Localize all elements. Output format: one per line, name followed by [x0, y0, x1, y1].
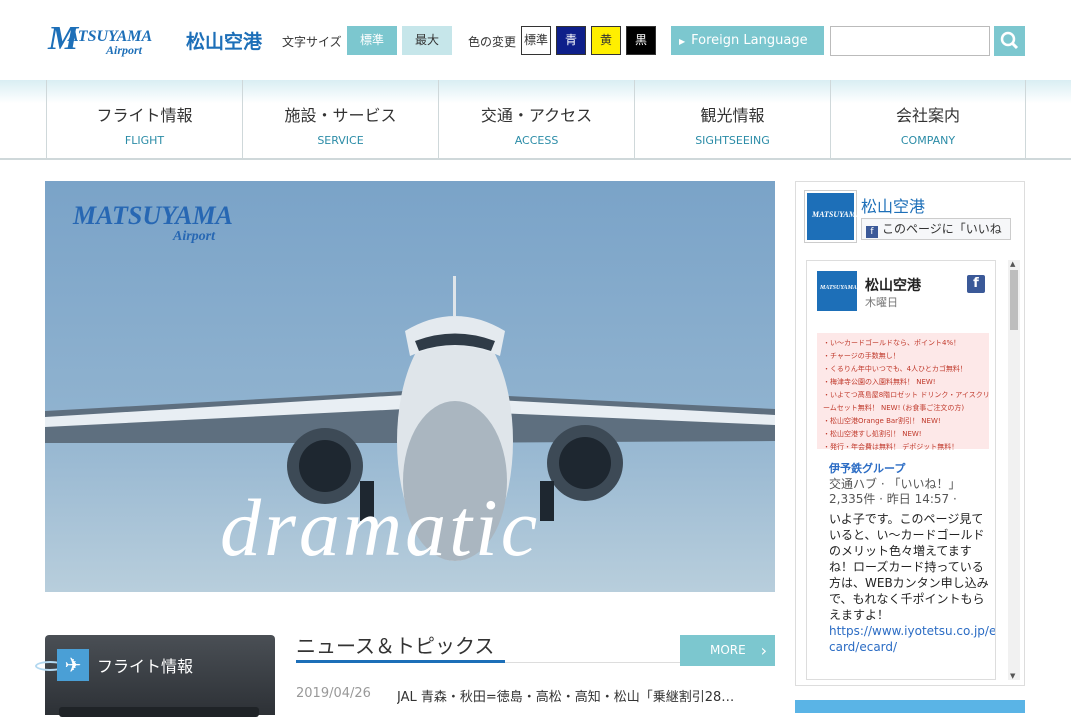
search-button[interactable]: [994, 26, 1025, 56]
post-link[interactable]: https://www.iyotetsu.co.jp/e-card/ecard/: [829, 624, 995, 654]
page-avatar[interactable]: MATSUYAMA: [804, 190, 861, 243]
flight-panel-inner: [59, 707, 259, 717]
ad-line: ・松山空港すし処割引！ NEW!: [823, 430, 922, 438]
post-text: いよ子です。このページ見ていると、い〜カードゴールドのメリット色々増えてますね！…: [829, 512, 989, 622]
post-avatar[interactable]: MATSUYAMA: [817, 271, 857, 311]
color-change-label: 色の変更: [468, 35, 517, 49]
scroll-down-icon[interactable]: ▼: [1010, 672, 1015, 680]
flight-panel-title: フライト情報: [97, 657, 194, 676]
text-size-label: 文字サイズ: [282, 35, 342, 49]
site-header: M ATSUYAMA Airport 松山空港 文字サイズ 標準 最大 色の変更…: [0, 0, 1071, 80]
nav-flight[interactable]: フライト情報 FLIGHT: [46, 80, 242, 160]
scrollbar[interactable]: ▲ ▼: [1008, 260, 1020, 680]
site-logo[interactable]: M ATSUYAMA Airport 松山空港: [48, 20, 270, 58]
fb-like-label: このページに「いいね: [882, 222, 1002, 236]
logo-sub: Airport: [106, 43, 143, 57]
ad-line: ・梅津寺公園の入園料無料！ NEW!: [823, 378, 936, 386]
news-item-link[interactable]: JAL 青森・秋田=徳島・高松・高知・松山「乗継割引28…: [397, 686, 775, 705]
fb-page-name[interactable]: 松山空港: [861, 193, 925, 217]
color-standard-button[interactable]: 標準: [521, 26, 551, 55]
color-yellow-button[interactable]: 黄: [591, 26, 621, 55]
nav-label: 施設・サービス: [284, 106, 397, 125]
logo-jp: 松山空港: [186, 31, 263, 53]
more-label: MORE: [710, 643, 746, 657]
post-body: いよ子です。このページ見ていると、い〜カードゴールドのメリット色々増えてますね！…: [829, 511, 995, 655]
ad-line: ・いよてつ髙島屋8階ロゼット ドリンク・アイスクリ: [823, 391, 990, 399]
chevron-right-icon: ›: [760, 641, 767, 660]
hero-logo: MATSUYAMA: [73, 201, 233, 230]
nav-sublabel: SERVICE: [317, 134, 364, 147]
text-size-max-button[interactable]: 最大: [402, 26, 452, 55]
ad-line: ・チャージの手数無し！: [823, 352, 900, 360]
facebook-icon[interactable]: f: [967, 275, 985, 293]
news-more-button[interactable]: MORE ›: [680, 635, 775, 666]
news-date: 2019/04/26: [296, 686, 371, 701]
ad-line: ームセット無料！ NEW! (お食事ご注文の方): [823, 404, 965, 412]
scroll-thumb[interactable]: [1010, 270, 1018, 330]
ad-line: ・い〜カードゴールドなら、ポイント4%！: [823, 339, 961, 347]
hero-banner[interactable]: MATSUYAMA Airport dramatic: [45, 181, 775, 592]
post-image[interactable]: ・い〜カードゴールドなら、ポイント4%！ ・チャージの手数無し！ ・くるりん年中…: [817, 333, 990, 451]
nav-service[interactable]: 施設・サービス SERVICE: [242, 80, 438, 160]
facebook-icon: f: [866, 226, 878, 238]
avatar-logo-text: MATSUYAMA: [820, 285, 857, 291]
scroll-up-icon[interactable]: ▲: [1010, 260, 1015, 268]
post-day: 木曜日: [865, 296, 898, 309]
airplane-icon: ✈: [57, 649, 89, 681]
nav-sublabel: FLIGHT: [124, 134, 165, 147]
foreign-language-label: Foreign Language: [691, 33, 808, 48]
nav-sublabel: SIGHTSEEING: [695, 134, 770, 147]
avatar-logo-text: MATSUYAMA: [812, 210, 862, 219]
facebook-widget: MATSUYAMA 松山空港 f このページに「いいね MATSUYAMA 松山空…: [795, 181, 1025, 686]
foreign-language-button[interactable]: ▶ Foreign Language: [671, 26, 824, 55]
nav-access[interactable]: 交通・アクセス ACCESS: [438, 80, 634, 160]
color-blue-button[interactable]: 青: [556, 26, 586, 55]
nav-sublabel: ACCESS: [514, 134, 559, 147]
nav-label: 会社案内: [895, 106, 960, 125]
fb-post: MATSUYAMA 松山空港 木曜日 f ・い〜カードゴールドなら、ポイント4%…: [806, 260, 996, 680]
triangle-right-icon: ▶: [679, 37, 686, 46]
search-input[interactable]: [830, 26, 990, 56]
post-author[interactable]: 松山空港: [865, 275, 921, 295]
shared-group-name[interactable]: 伊予鉄グループ: [829, 460, 905, 476]
global-nav: フライト情報 FLIGHT 施設・サービス SERVICE 交通・アクセス AC…: [0, 80, 1071, 160]
news-title: ニュース＆トピックス: [296, 634, 495, 658]
nav-sublabel: COMPANY: [900, 134, 956, 147]
news-title-underline: [296, 660, 505, 663]
nav-label: 観光情報: [700, 106, 765, 125]
hero-caption: dramatic: [220, 482, 541, 573]
shared-group-meta: 2,335件 · 昨日 14:57 ·: [829, 492, 957, 506]
nav-label: 交通・アクセス: [480, 106, 593, 125]
banner-ad[interactable]: [795, 700, 1025, 713]
fb-like-button[interactable]: f このページに「いいね: [861, 218, 1011, 240]
ad-line: ・松山空港Orange Bar割引！ NEW!: [823, 417, 941, 425]
nav-sightseeing[interactable]: 観光情報 SIGHTSEEING: [634, 80, 830, 160]
ad-line: ・発行・年会費は無料！ デポジット無料！: [823, 443, 959, 451]
flight-info-panel[interactable]: ✈ フライト情報: [35, 635, 275, 717]
ad-line: ・くるりん年中いつでも、4人ひとカゴ無料！: [823, 365, 967, 373]
text-size-standard-button[interactable]: 標準: [347, 26, 397, 55]
nav-company[interactable]: 会社案内 COMPANY: [830, 80, 1026, 160]
hero-logo-sub: Airport: [173, 229, 216, 244]
color-black-button[interactable]: 黒: [626, 26, 656, 55]
nav-label: フライト情報: [96, 106, 193, 125]
search-icon: [1000, 31, 1019, 50]
